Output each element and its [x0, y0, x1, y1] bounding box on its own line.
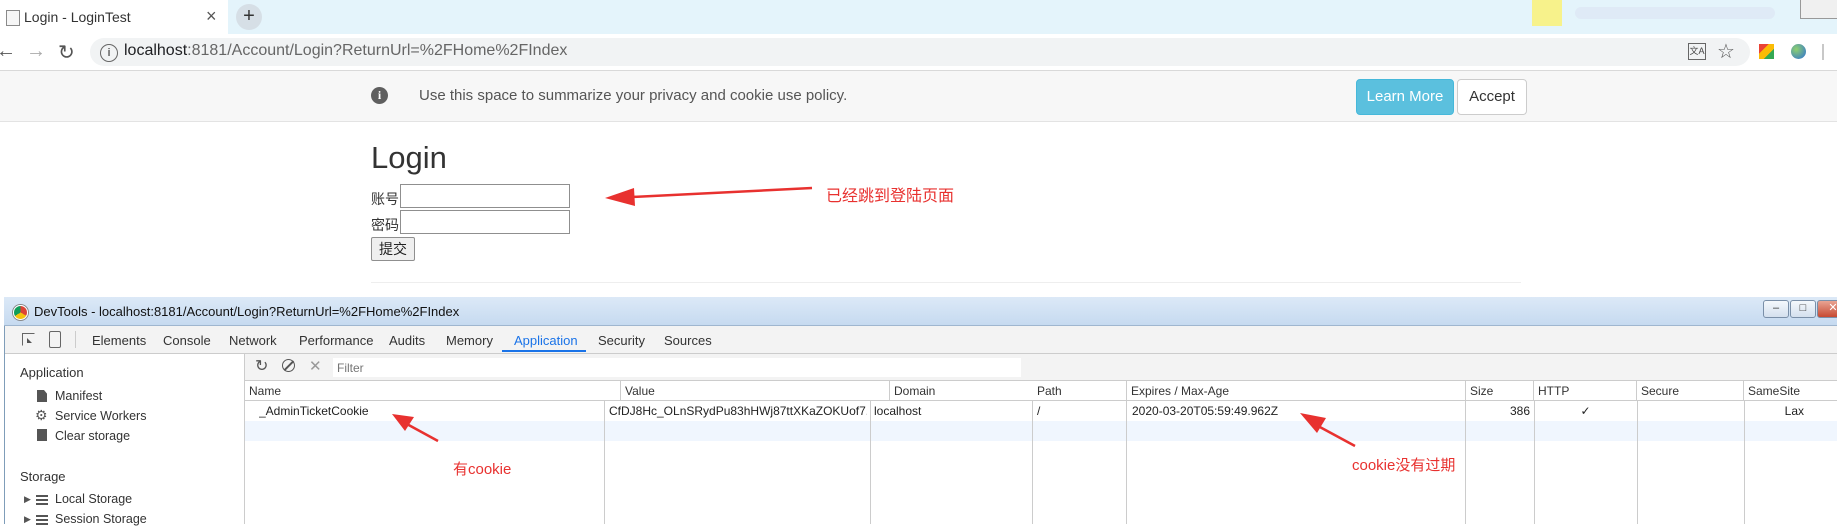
- tab-performance[interactable]: Performance: [299, 333, 373, 348]
- site-info-icon[interactable]: i: [100, 44, 118, 62]
- window-restore-button[interactable]: [1800, 0, 1837, 19]
- inspect-element-icon[interactable]: [22, 333, 35, 346]
- cookie-domain-cell: localhost: [874, 404, 922, 418]
- page-favicon-icon: [6, 10, 20, 26]
- cookie-samesite-cell: Lax: [1784, 404, 1804, 418]
- account-label: 账号: [371, 191, 399, 207]
- cookie-value-cell: CfDJ8Hc_OLnSRydPu83hHWj87ttXKaZOKUof7...: [609, 404, 867, 418]
- sidebar-section-application: Application: [20, 365, 84, 380]
- submit-button[interactable]: 提交: [371, 237, 415, 261]
- sidebar-item-clear-storage[interactable]: Clear storage: [55, 429, 130, 443]
- bookmark-star-icon[interactable]: ☆: [1717, 39, 1735, 64]
- account-input[interactable]: [400, 184, 570, 208]
- refresh-icon[interactable]: ↻: [255, 356, 268, 376]
- extension-icon[interactable]: [1759, 44, 1774, 59]
- toolbar-divider: [1822, 44, 1824, 60]
- annotation-has-cookie: 有cookie: [453, 461, 512, 478]
- column-divider: [604, 401, 605, 524]
- sidebar-item-service-workers[interactable]: Service Workers: [55, 409, 146, 423]
- tab-memory[interactable]: Memory: [446, 333, 493, 348]
- annotation-not-expired: cookie没有过期: [1352, 457, 1456, 474]
- cookie-expires-cell: 2020-03-20T05:59:49.962Z: [1132, 404, 1279, 418]
- column-divider: [1744, 401, 1745, 524]
- chrome-logo-icon: [13, 305, 28, 320]
- page-title: Login: [371, 140, 447, 175]
- column-header-domain[interactable]: Domain: [890, 381, 1053, 401]
- tab-separator: [75, 331, 76, 348]
- gear-icon: ⚙: [35, 407, 48, 423]
- url-path: :8181/Account/Login?ReturnUrl=%2FHome%2F…: [187, 42, 568, 59]
- column-header-value[interactable]: Value: [621, 381, 890, 401]
- sidebar-section-storage: Storage: [20, 469, 66, 484]
- url-text[interactable]: localhost:8181/Account/Login?ReturnUrl=%…: [124, 42, 567, 60]
- close-tab-icon[interactable]: ×: [206, 6, 217, 27]
- annotation-arrowhead-redirect: [605, 188, 635, 206]
- storage-grid-icon: [36, 495, 48, 505]
- tab-audits[interactable]: Audits: [389, 333, 425, 348]
- password-input[interactable]: [400, 210, 570, 234]
- cookie-size-cell: 386: [1509, 404, 1530, 418]
- column-divider: [1465, 401, 1466, 524]
- filter-input[interactable]: [333, 358, 1021, 377]
- column-divider: [1126, 401, 1127, 524]
- device-toolbar-icon[interactable]: [49, 331, 61, 348]
- close-window-button[interactable]: ✕: [1817, 300, 1837, 318]
- learn-more-button[interactable]: Learn More: [1356, 79, 1454, 115]
- devtools-title: DevTools - localhost:8181/Account/Login?…: [34, 304, 460, 319]
- cookie-path-cell: /: [1037, 404, 1041, 418]
- back-arrow-icon[interactable]: ←: [0, 40, 16, 63]
- tab-elements[interactable]: Elements: [92, 333, 146, 348]
- forward-arrow-icon[interactable]: →: [26, 40, 46, 63]
- tab-sources[interactable]: Sources: [664, 333, 712, 348]
- maximize-button[interactable]: □: [1790, 300, 1816, 318]
- expand-arrow-icon[interactable]: ▶: [24, 514, 31, 525]
- table-row-empty: [245, 421, 1837, 441]
- clear-all-icon[interactable]: [282, 359, 295, 372]
- tab-security[interactable]: Security: [598, 333, 645, 348]
- column-divider: [870, 401, 871, 524]
- annotation-redirect: 已经跳到登陆页面: [826, 188, 955, 205]
- annotation-arrow-redirect: [631, 186, 813, 199]
- cookie-table: [245, 381, 1837, 524]
- tab-console[interactable]: Console: [163, 333, 211, 348]
- column-divider: [1032, 401, 1033, 524]
- extension-badge-icon: [1532, 0, 1562, 26]
- info-icon: i: [371, 87, 388, 104]
- column-divider: [1637, 401, 1638, 524]
- delete-icon[interactable]: ✕: [309, 357, 322, 375]
- cookie-consent-bar: [0, 71, 1837, 122]
- tab-application[interactable]: Application: [514, 333, 578, 348]
- cookie-name-cell: _AdminTicketCookie: [259, 404, 369, 418]
- column-header-samesite[interactable]: SameSite: [1744, 381, 1837, 401]
- devtools-tab-bar: [5, 326, 1837, 354]
- active-tab-indicator: [502, 350, 586, 352]
- reload-icon[interactable]: ↻: [58, 40, 75, 65]
- column-header-http[interactable]: HTTP: [1534, 381, 1637, 401]
- sidebar-item-local-storage[interactable]: Local Storage: [55, 492, 132, 506]
- column-header-secure[interactable]: Secure: [1637, 381, 1744, 401]
- page-divider: [371, 282, 1521, 283]
- tab-title: Login - LoginTest: [24, 9, 131, 25]
- translate-icon[interactable]: 文A: [1688, 43, 1706, 60]
- cookie-http-check-icon: ✓: [1580, 404, 1591, 418]
- accept-button[interactable]: Accept: [1457, 79, 1527, 115]
- tab-network[interactable]: Network: [229, 333, 277, 348]
- column-divider: [1534, 401, 1535, 524]
- expand-arrow-icon[interactable]: ▶: [24, 494, 31, 505]
- new-tab-button[interactable]: +: [236, 4, 262, 30]
- cookie-policy-text: Use this space to summarize your privacy…: [419, 87, 848, 104]
- minimize-button[interactable]: –: [1763, 300, 1789, 318]
- column-header-name[interactable]: Name: [245, 381, 621, 401]
- column-header-size[interactable]: Size: [1466, 381, 1534, 401]
- column-header-path[interactable]: Path: [1033, 381, 1127, 401]
- password-label: 密码: [371, 217, 399, 233]
- trash-icon: [37, 429, 47, 441]
- column-header-expires[interactable]: Expires / Max-Age: [1127, 381, 1466, 401]
- extension-globe-icon[interactable]: [1791, 44, 1806, 59]
- sidebar-item-manifest[interactable]: Manifest: [55, 389, 102, 403]
- url-host: localhost: [124, 42, 188, 59]
- blurred-region: [1575, 7, 1775, 19]
